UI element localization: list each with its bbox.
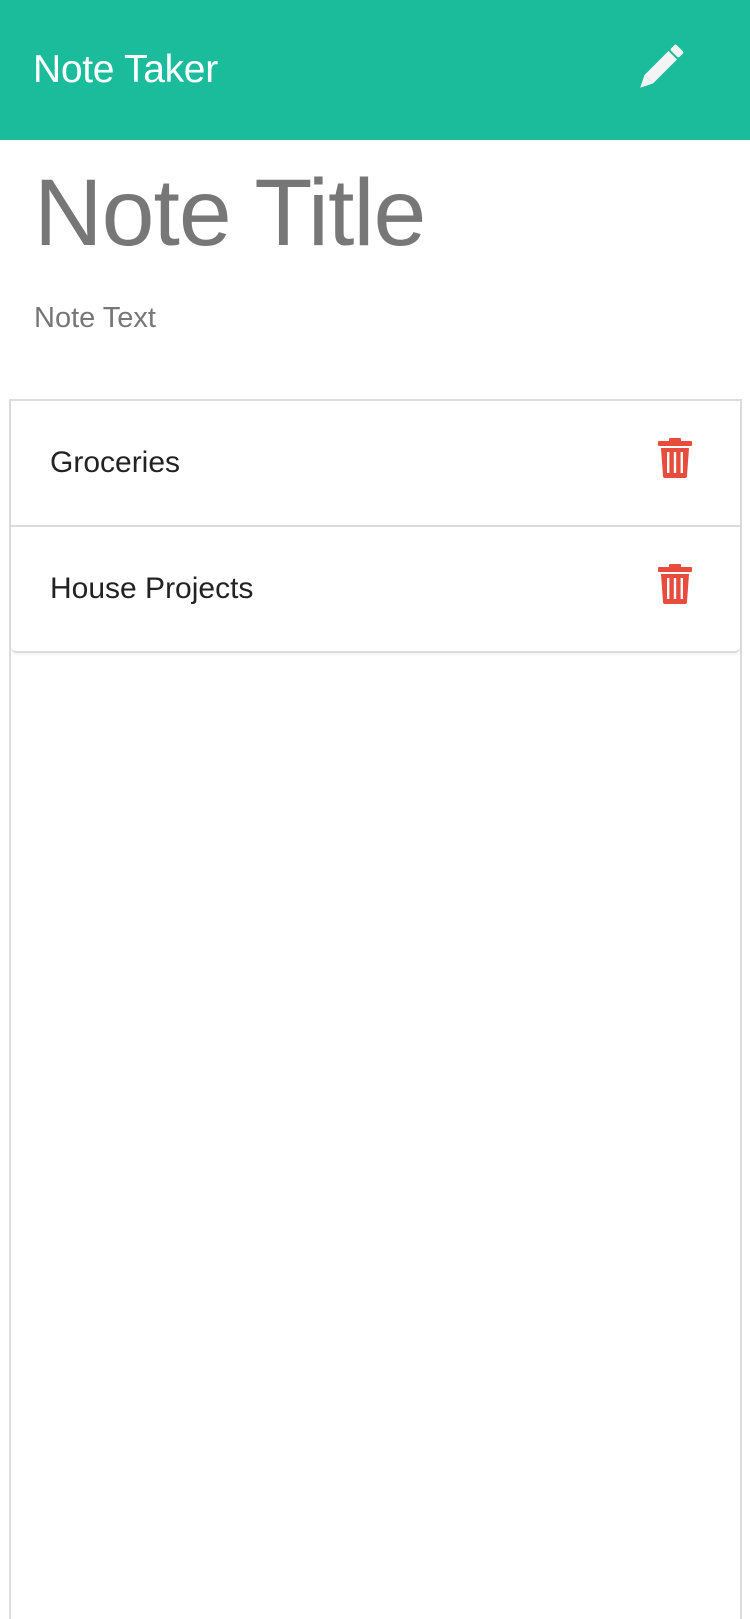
note-title-input[interactable] bbox=[30, 153, 720, 273]
list-item[interactable]: Groceries bbox=[11, 401, 740, 527]
list-item[interactable]: House Projects bbox=[11, 527, 740, 651]
note-item-title[interactable]: Groceries bbox=[50, 441, 180, 485]
new-note-button[interactable] bbox=[630, 38, 690, 98]
notes-list-panel: Groceries House Projects bbox=[9, 399, 742, 1619]
navbar: Note Taker bbox=[0, 0, 750, 140]
pencil-icon bbox=[640, 44, 684, 88]
notes-list: Groceries House Projects bbox=[11, 401, 740, 653]
trash-icon bbox=[658, 564, 692, 604]
app-title[interactable]: Note Taker bbox=[33, 44, 218, 96]
delete-note-button[interactable] bbox=[658, 438, 692, 478]
note-text-input[interactable] bbox=[30, 296, 720, 346]
note-item-title[interactable]: House Projects bbox=[50, 567, 253, 611]
delete-note-button[interactable] bbox=[658, 564, 692, 604]
trash-icon bbox=[658, 438, 692, 478]
